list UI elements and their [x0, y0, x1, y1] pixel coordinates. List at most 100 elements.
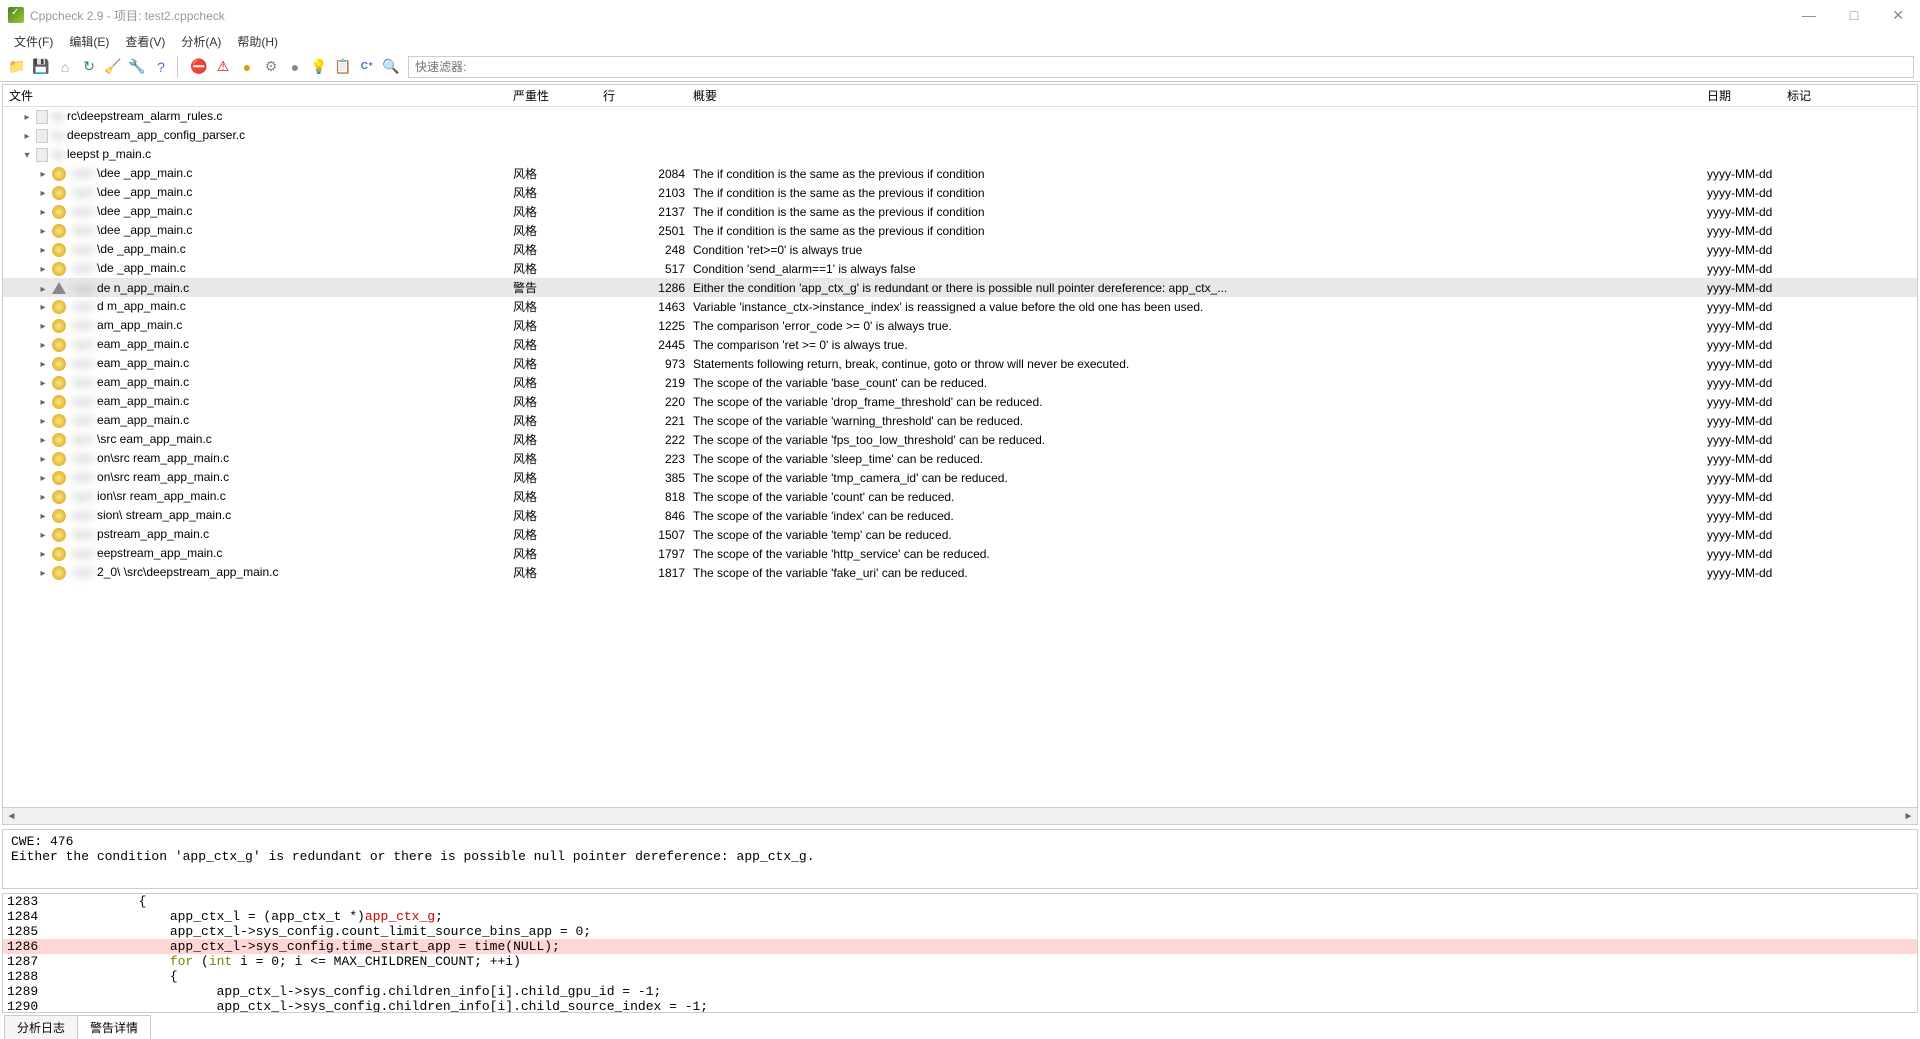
expand-icon[interactable]: ▸	[37, 435, 49, 446]
result-row[interactable]: ▸ nyvi am_app_main.c风格1225The comparison…	[3, 316, 1917, 335]
expand-icon[interactable]: ▸	[37, 264, 49, 275]
result-row[interactable]: ▸ nyvi d m_app_main.c风格1463Variable 'ins…	[3, 297, 1917, 316]
code-panel[interactable]: 1283 {1284 app_ctx_l = (app_ctx_t *)app_…	[2, 893, 1918, 1013]
warning-filter-button[interactable]: ⚠	[212, 56, 234, 78]
expand-icon[interactable]: ▸	[37, 207, 49, 218]
quick-filter-input[interactable]	[408, 56, 1914, 78]
style-icon	[52, 509, 66, 523]
header-summary[interactable]: 概要	[693, 87, 1707, 104]
expand-icon[interactable]: ▸	[37, 530, 49, 541]
result-row[interactable]: ▸ nyvi eam_app_main.c风格973Statements fol…	[3, 354, 1917, 373]
expand-icon[interactable]: ▸	[21, 131, 33, 142]
result-row[interactable]: ▸ nyvi de n_app_main.c警告1286Either the c…	[3, 278, 1917, 297]
expand-icon[interactable]: ▸	[37, 549, 49, 560]
expand-icon[interactable]: ▸	[37, 397, 49, 408]
home-button[interactable]: ⌂	[54, 56, 76, 78]
horizontal-scrollbar[interactable]: ◄ ►	[3, 807, 1917, 824]
expand-icon[interactable]: ▸	[37, 226, 49, 237]
perf-button[interactable]: ●	[284, 56, 306, 78]
result-row[interactable]: ▸ nyvi \dee _app_main.c风格2137The if cond…	[3, 202, 1917, 221]
detail-panel: CWE: 476 Either the condition 'app_ctx_g…	[2, 829, 1918, 889]
tab-warning-detail[interactable]: 警告详情	[77, 1015, 151, 1039]
result-row[interactable]: ▸ nyvi eam_app_main.c风格221The scope of t…	[3, 411, 1917, 430]
hint-button[interactable]: 💡	[308, 56, 330, 78]
result-row[interactable]: ▸ nyvi \dee _app_main.c风格2501The if cond…	[3, 221, 1917, 240]
header-severity[interactable]: 严重性	[513, 87, 603, 104]
header-mark[interactable]: 标记	[1787, 87, 1917, 104]
cwe-label: CWE: 476	[11, 834, 1909, 849]
menu-file[interactable]: 文件(F)	[8, 31, 59, 52]
cpp-button[interactable]: C⁺	[356, 56, 378, 78]
severity-cell: 风格	[513, 355, 603, 372]
menu-edit[interactable]: 编辑(E)	[63, 31, 115, 52]
minimize-button[interactable]: —	[1794, 3, 1824, 28]
tree-root-row[interactable]: ▸ny rc\deepstream_alarm_rules.c	[3, 107, 1917, 126]
expand-icon[interactable]: ▸	[37, 416, 49, 427]
file-path: \dee _app_main.c	[97, 166, 192, 180]
summary-cell: The comparison 'ret >= 0' is always true…	[693, 338, 1707, 352]
help-button[interactable]: ?	[150, 56, 172, 78]
style-icon	[52, 395, 66, 409]
maximize-button[interactable]: □	[1842, 3, 1866, 28]
expand-icon[interactable]: ▸	[37, 568, 49, 579]
expand-icon[interactable]: ▸	[37, 169, 49, 180]
result-row[interactable]: ▸ nyvi \dee _app_main.c风格2084The if cond…	[3, 164, 1917, 183]
settings-button[interactable]: 🔧	[126, 56, 148, 78]
refresh-button[interactable]: ↻	[78, 56, 100, 78]
open-folder-button[interactable]: 📁	[6, 56, 28, 78]
expand-icon[interactable]: ▸	[37, 511, 49, 522]
expand-icon[interactable]: ▸	[37, 245, 49, 256]
expand-icon[interactable]: ▸	[37, 284, 49, 295]
menu-analyze[interactable]: 分析(A)	[175, 31, 227, 52]
result-row[interactable]: ▸ nyvi \de _app_main.c风格248Condition 're…	[3, 240, 1917, 259]
tab-analysis-log[interactable]: 分析日志	[4, 1015, 78, 1039]
file-path: deepstream_app_config_parser.c	[67, 128, 245, 142]
header-file[interactable]: 文件	[3, 87, 513, 104]
date-cell: yyyy-MM-dd	[1707, 509, 1787, 523]
expand-icon[interactable]: ▾	[21, 150, 33, 161]
expand-icon[interactable]: ▸	[37, 492, 49, 503]
gear-button[interactable]: ⚙	[260, 56, 282, 78]
line-cell: 1225	[603, 319, 693, 333]
expand-icon[interactable]: ▸	[37, 454, 49, 465]
expand-icon[interactable]: ▸	[37, 302, 49, 313]
table-body[interactable]: ▸ny rc\deepstream_alarm_rules.c▸ny deeps…	[3, 107, 1917, 807]
result-row[interactable]: ▸ nyvi \dee _app_main.c风格2103The if cond…	[3, 183, 1917, 202]
error-filter-button[interactable]: ⛔	[188, 56, 210, 78]
result-row[interactable]: ▸ nyvi ion\sr ream_app_main.c风格818The sc…	[3, 487, 1917, 506]
style-filter-button[interactable]: ●	[236, 56, 258, 78]
expand-icon[interactable]: ▸	[37, 359, 49, 370]
check-button[interactable]: 📋	[332, 56, 354, 78]
header-line[interactable]: 行	[603, 87, 693, 104]
menu-help[interactable]: 帮助(H)	[231, 31, 284, 52]
result-row[interactable]: ▸ nyvi \de _app_main.c风格517Condition 'se…	[3, 259, 1917, 278]
result-row[interactable]: ▸ nyvi on\src ream_app_main.c风格223The sc…	[3, 449, 1917, 468]
scroll-left-icon[interactable]: ◄	[3, 808, 20, 825]
save-button[interactable]: 💾	[30, 56, 52, 78]
tree-root-row[interactable]: ▸ny deepstream_app_config_parser.c	[3, 126, 1917, 145]
clear-button[interactable]: 🧹	[102, 56, 124, 78]
expand-icon[interactable]: ▸	[37, 321, 49, 332]
result-row[interactable]: ▸ nyvi pstream_app_main.c风格1507The scope…	[3, 525, 1917, 544]
expand-icon[interactable]: ▸	[21, 112, 33, 123]
expand-icon[interactable]: ▸	[37, 340, 49, 351]
result-row[interactable]: ▸ nyvi eam_app_main.c风格2445The compariso…	[3, 335, 1917, 354]
result-row[interactable]: ▸ nyvi eam_app_main.c风格220The scope of t…	[3, 392, 1917, 411]
expand-icon[interactable]: ▸	[37, 473, 49, 484]
menu-view[interactable]: 查看(V)	[119, 31, 171, 52]
scroll-right-icon[interactable]: ►	[1900, 808, 1917, 825]
tree-root-row[interactable]: ▾ny leepst p_main.c	[3, 145, 1917, 164]
expand-icon[interactable]: ▸	[37, 378, 49, 389]
line-cell: 2137	[603, 205, 693, 219]
result-row[interactable]: ▸ nyvi 2_0\ \src\deepstream_app_main.c风格…	[3, 563, 1917, 582]
result-row[interactable]: ▸ nyvi eepstream_app_main.c风格1797The sco…	[3, 544, 1917, 563]
header-date[interactable]: 日期	[1707, 87, 1787, 104]
search-button[interactable]: 🔍	[380, 56, 402, 78]
result-row[interactable]: ▸ nyvi eam_app_main.c风格219The scope of t…	[3, 373, 1917, 392]
result-row[interactable]: ▸ nyvi on\src ream_app_main.c风格385The sc…	[3, 468, 1917, 487]
result-row[interactable]: ▸ nyvi \src eam_app_main.c风格222The scope…	[3, 430, 1917, 449]
expand-icon[interactable]: ▸	[37, 188, 49, 199]
style-icon	[52, 471, 66, 485]
result-row[interactable]: ▸ nyvi sion\ stream_app_main.c风格846The s…	[3, 506, 1917, 525]
close-button[interactable]: ✕	[1884, 3, 1912, 28]
